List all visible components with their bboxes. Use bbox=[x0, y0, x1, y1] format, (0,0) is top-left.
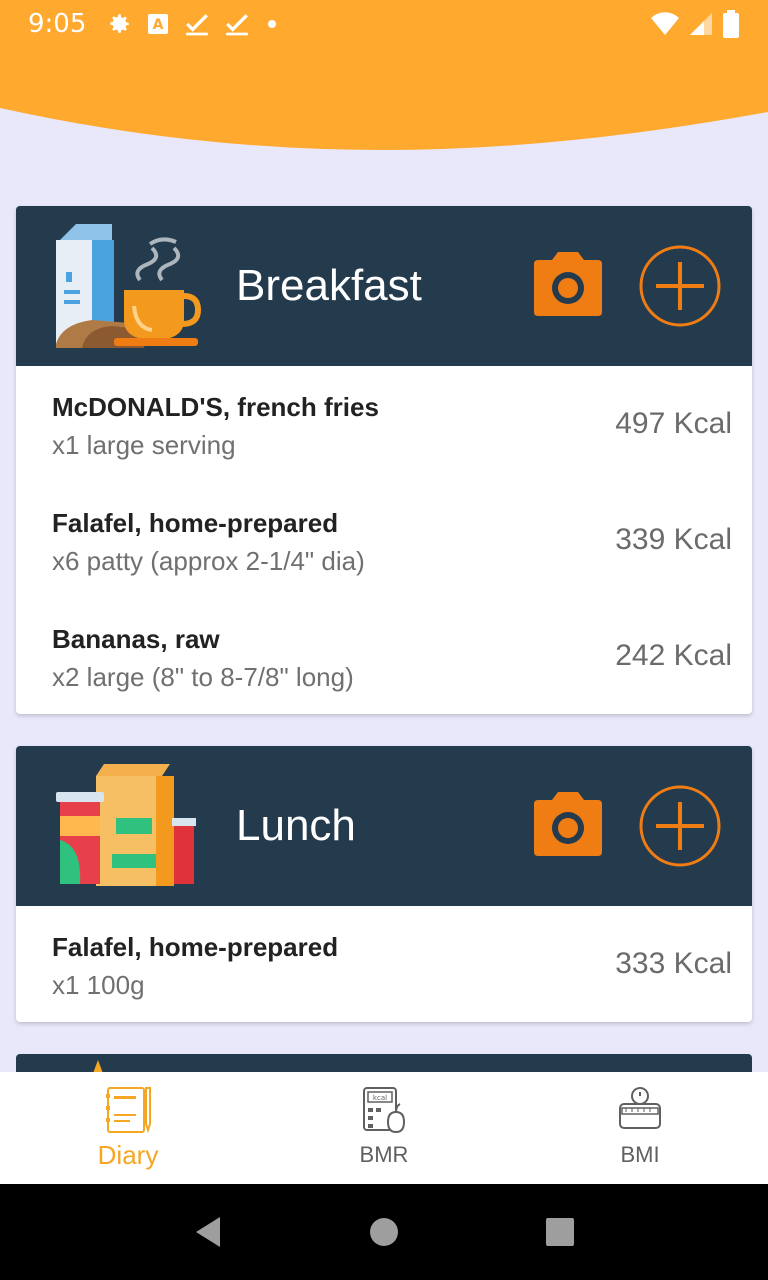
food-portion: x2 large (8" to 8-7/8" long) bbox=[52, 662, 354, 692]
font-a-icon: A bbox=[146, 12, 170, 36]
system-navigation-bar bbox=[0, 1184, 768, 1280]
nav-item-diary[interactable]: Diary bbox=[0, 1072, 256, 1184]
food-name: McDONALD'S, french fries bbox=[52, 392, 379, 422]
home-icon[interactable] bbox=[364, 1212, 404, 1252]
meal-header: Breakfast bbox=[16, 206, 752, 366]
nav-item-bmi[interactable]: BMI bbox=[512, 1072, 768, 1184]
wifi-icon bbox=[650, 11, 680, 37]
meal-header: Lunch bbox=[16, 746, 752, 906]
back-icon[interactable] bbox=[188, 1212, 228, 1252]
bottom-navigation: Diary kcal BMR BMI bbox=[0, 1072, 768, 1184]
breakfast-illustration bbox=[56, 224, 202, 348]
diary-icon bbox=[106, 1087, 151, 1134]
food-name: Bananas, raw bbox=[52, 624, 220, 654]
status-time: 9:05 bbox=[28, 9, 87, 39]
nav-label: Diary bbox=[97, 1140, 159, 1170]
food-item[interactable]: Falafel, home-prepared x1 100g 333 Kcal bbox=[16, 906, 752, 1022]
lunch-illustration bbox=[56, 764, 196, 886]
check-icon bbox=[184, 11, 210, 37]
food-kcal: 242 Kcal bbox=[615, 639, 732, 672]
camera-icon[interactable] bbox=[532, 790, 604, 862]
camera-icon[interactable] bbox=[532, 250, 604, 322]
food-portion: x1 100g bbox=[52, 970, 145, 1000]
recents-icon[interactable] bbox=[540, 1212, 580, 1252]
nav-label: BMI bbox=[620, 1142, 660, 1167]
dot-icon bbox=[264, 16, 280, 32]
food-name: Falafel, home-prepared bbox=[52, 932, 339, 962]
gear-icon bbox=[106, 11, 132, 37]
food-item[interactable]: McDONALD'S, french fries x1 large servin… bbox=[16, 366, 752, 482]
add-food-button[interactable] bbox=[638, 244, 722, 328]
meal-card-breakfast: Breakfast McDONALD'S, french fries x1 la… bbox=[16, 206, 752, 714]
food-name: Falafel, home-prepared bbox=[52, 508, 339, 538]
battery-icon bbox=[722, 10, 740, 38]
meal-title: Breakfast bbox=[236, 261, 422, 310]
meal-card-lunch: Lunch Falafel, home-prepared x1 100g 333… bbox=[16, 746, 752, 1022]
food-portion: x1 large serving bbox=[52, 430, 236, 460]
food-portion: x6 patty (approx 2-1/4" dia) bbox=[52, 546, 365, 576]
bmr-calculator-icon: kcal bbox=[363, 1087, 406, 1134]
nav-label: BMR bbox=[359, 1142, 409, 1167]
cell-signal-icon bbox=[688, 11, 714, 37]
food-kcal: 333 Kcal bbox=[615, 947, 732, 980]
svg-text:kcal: kcal bbox=[373, 1094, 387, 1102]
food-item[interactable]: Bananas, raw x2 large (8" to 8-7/8" long… bbox=[16, 598, 752, 714]
check-icon bbox=[224, 11, 250, 37]
nav-item-bmr[interactable]: kcal BMR bbox=[256, 1072, 512, 1184]
food-kcal: 497 Kcal bbox=[615, 407, 732, 440]
food-item[interactable]: Falafel, home-prepared x6 patty (approx … bbox=[16, 482, 752, 598]
status-bar: 9:05 A bbox=[0, 0, 768, 48]
food-kcal: 339 Kcal bbox=[615, 523, 732, 556]
meal-title: Lunch bbox=[236, 801, 356, 850]
bmi-scale-icon bbox=[619, 1087, 661, 1129]
add-food-button[interactable] bbox=[638, 784, 722, 868]
svg-text:A: A bbox=[153, 17, 164, 33]
